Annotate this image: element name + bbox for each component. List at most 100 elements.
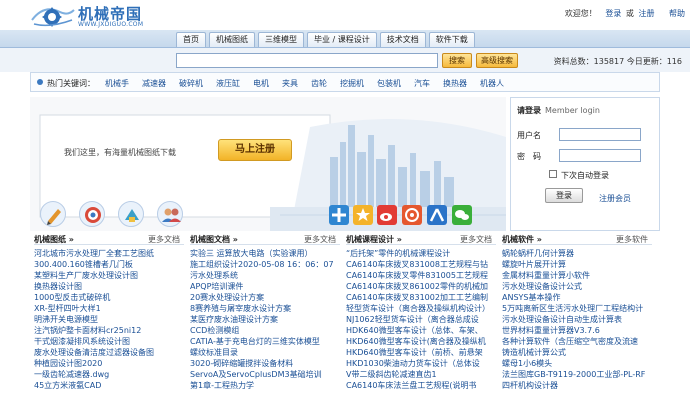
list-item[interactable]: 世界材料重量计算器V3.7.6 [502,325,652,336]
list-item[interactable]: CATIA-基于充电台灯的三维实体模型 [190,336,340,347]
more-link[interactable]: 更多文档 [460,234,492,245]
list-item[interactable]: CCD检测模组 [190,325,340,336]
tab-3d-models[interactable]: 三维模型 [258,32,304,47]
hot-keyword[interactable]: 机器人 [480,78,504,89]
list-item[interactable]: HKD640微型客车设计（前桥、前悬架 [346,347,496,358]
list-item[interactable]: 蜗轮蜗杆几何计算器 [502,248,652,259]
list-item[interactable]: HKD1030柴油动力货车设计（总体设 [346,358,496,369]
hot-keyword[interactable]: 换热器 [443,78,467,89]
list-item[interactable]: 8赛养殖与屠宰废水设计方案 [190,303,340,314]
site-logo[interactable]: 机械帝国 WWW.JXDIGUO.COM [30,2,165,28]
list-item[interactable]: 螺旋叶片展开计算 [502,259,652,270]
hot-keyword[interactable]: 机械手 [105,78,129,89]
list-item[interactable]: 法兰图库GB-T9119-2000工业部-PL-RF [502,369,652,380]
hot-keyword[interactable]: 夹具 [282,78,298,89]
list-item[interactable]: CA6140车床拨叉831008工艺规程与钻 [346,259,496,270]
hot-keyword[interactable]: 电机 [253,78,269,89]
login-button[interactable]: 登录 [545,188,583,203]
tab-course-design[interactable]: 毕业 / 课程设计 [307,32,377,47]
hot-keyword[interactable]: 破碎机 [179,78,203,89]
list-item[interactable]: 污水处理设备设计公式 [502,281,652,292]
list-item[interactable]: 某塑料生产厂废水处理设计图 [34,270,184,281]
list-item[interactable]: 换热器设计图 [34,281,184,292]
list-item[interactable]: 螺母1小6模头 [502,358,652,369]
list-item[interactable]: 轻型货车设计（离合器及操纵机构设计） [346,303,496,314]
target-icon[interactable] [79,201,105,227]
advanced-search-button[interactable]: 高级搜索 [476,53,518,68]
hot-keyword[interactable]: 挖掘机 [340,78,364,89]
username-input[interactable] [559,128,641,141]
list-item[interactable]: NJ1062轻型货车设计（离合器总成设 [346,314,496,325]
list-item[interactable]: 干式烟漆凝排风系统设计图 [34,336,184,347]
list-item[interactable]: 某医疗废水油理设计方案 [190,314,340,325]
list-item[interactable]: 金属材料重量计算小软件 [502,270,652,281]
list-item[interactable]: 施工组织设计2020-05-08 16：06：07 [190,259,340,270]
remember-checkbox[interactable] [549,170,557,178]
list-item[interactable]: APQP培训课件 [190,281,340,292]
list-item[interactable]: 45立方米液氨CAD [34,380,184,391]
tab-drawings[interactable]: 机械图纸 [209,32,255,47]
list-item[interactable]: 明沸开关电源模型 [34,314,184,325]
column-title[interactable]: 机械图纸 » [34,234,74,245]
list-item[interactable]: 注汽锅炉整卡面材料cr25ni12 [34,325,184,336]
list-item[interactable]: 各种计算软件（含压缩空气密度及流速 [502,336,652,347]
hot-keyword[interactable]: 包装机 [377,78,401,89]
register-member-link[interactable]: 注册会员 [599,193,631,204]
login-link[interactable]: 登录 [605,9,621,18]
weibo-icon[interactable] [377,205,397,225]
help-link[interactable]: 帮助 [669,9,685,18]
hot-keyword[interactable]: 液压缸 [216,78,240,89]
search-button[interactable]: 搜索 [442,53,472,68]
list-item[interactable]: 河北城市污水处理厂全套工艺图纸 [34,248,184,259]
hot-keyword[interactable]: 齿轮 [311,78,327,89]
list-item[interactable]: 1000型反击式破碎机 [34,292,184,303]
users-icon[interactable] [157,201,183,227]
list-item[interactable]: 第1章-工程热力学 [190,380,340,391]
tools-icon[interactable] [118,201,144,227]
tab-home[interactable]: 首页 [176,32,206,47]
list-item[interactable]: 5万吨离新区生活污水处理厂工程结构计 [502,303,652,314]
list-item[interactable]: CA6140车床拨叉861002零件的机械加 [346,281,496,292]
renren-icon[interactable] [427,205,447,225]
more-link[interactable]: 更多文档 [304,234,336,245]
list-item[interactable]: 污水处理设备设计自动生成计算表 [502,314,652,325]
list-item[interactable]: 四杆机构设计器 [502,380,652,391]
pencil-icon[interactable] [40,201,66,227]
list-item[interactable]: CA6140车床拨叉零件831005工艺规程 [346,270,496,281]
list-item[interactable]: ServoA及ServoCplusDM3基础培训 [190,369,340,380]
list-item[interactable]: HDK640微型客车设计（总体、车架、 [346,325,496,336]
list-item[interactable]: 铸造机械计算公式 [502,347,652,358]
register-link[interactable]: 注册 [638,9,654,18]
list-item[interactable]: 3020-砌碎缩罐搅拌设备材料 [190,358,340,369]
list-item[interactable]: “后托架”零件的机械课程设计 [346,248,496,259]
list-item[interactable]: V带二级斜齿轮减速直齿1 [346,369,496,380]
hot-keyword[interactable]: 减速器 [142,78,166,89]
tab-software[interactable]: 软件下载 [428,32,475,47]
list-item[interactable]: 一级齿轮减速器.dwg [34,369,184,380]
star-icon[interactable] [353,205,373,225]
tab-tech-docs[interactable]: 技术文档 [379,32,426,47]
more-link[interactable]: 更多软件 [616,234,648,245]
list-item[interactable]: 废水处理设备清洁度过滤器设备图 [34,347,184,358]
list-item[interactable]: HKD640微型客车设计(离合器及操纵机 [346,336,496,347]
wechat-icon[interactable] [452,205,472,225]
password-input[interactable] [559,149,641,162]
register-now-button[interactable]: 马上注册 [218,139,292,161]
hot-keyword[interactable]: 汽车 [414,78,430,89]
column-title[interactable]: 机械图文档 » [190,234,238,245]
plus-icon[interactable] [329,205,349,225]
list-item[interactable]: 实验三 运算放大电路（实验课用） [190,248,340,259]
column-title[interactable]: 机械课程设计 » [346,234,402,245]
more-link[interactable]: 更多文档 [148,234,180,245]
list-item[interactable]: XR-型杆四叶大样1 [34,303,184,314]
search-input[interactable] [176,53,438,68]
list-item[interactable]: 污水处理系统 [190,270,340,281]
list-item[interactable]: 种植园设计图2020 [34,358,184,369]
column-title[interactable]: 机械软件 » [502,234,542,245]
list-item[interactable]: 300.400.160锥槽者几门板 [34,259,184,270]
list-item[interactable]: 20赛水处理设计方案 [190,292,340,303]
list-item[interactable]: CA6140车床法兰盘工艺规程(说明书 [346,380,496,391]
qzone-icon[interactable] [402,205,422,225]
list-item[interactable]: 螺纹标准目录 [190,347,340,358]
list-item[interactable]: ANSYS基本操作 [502,292,652,303]
